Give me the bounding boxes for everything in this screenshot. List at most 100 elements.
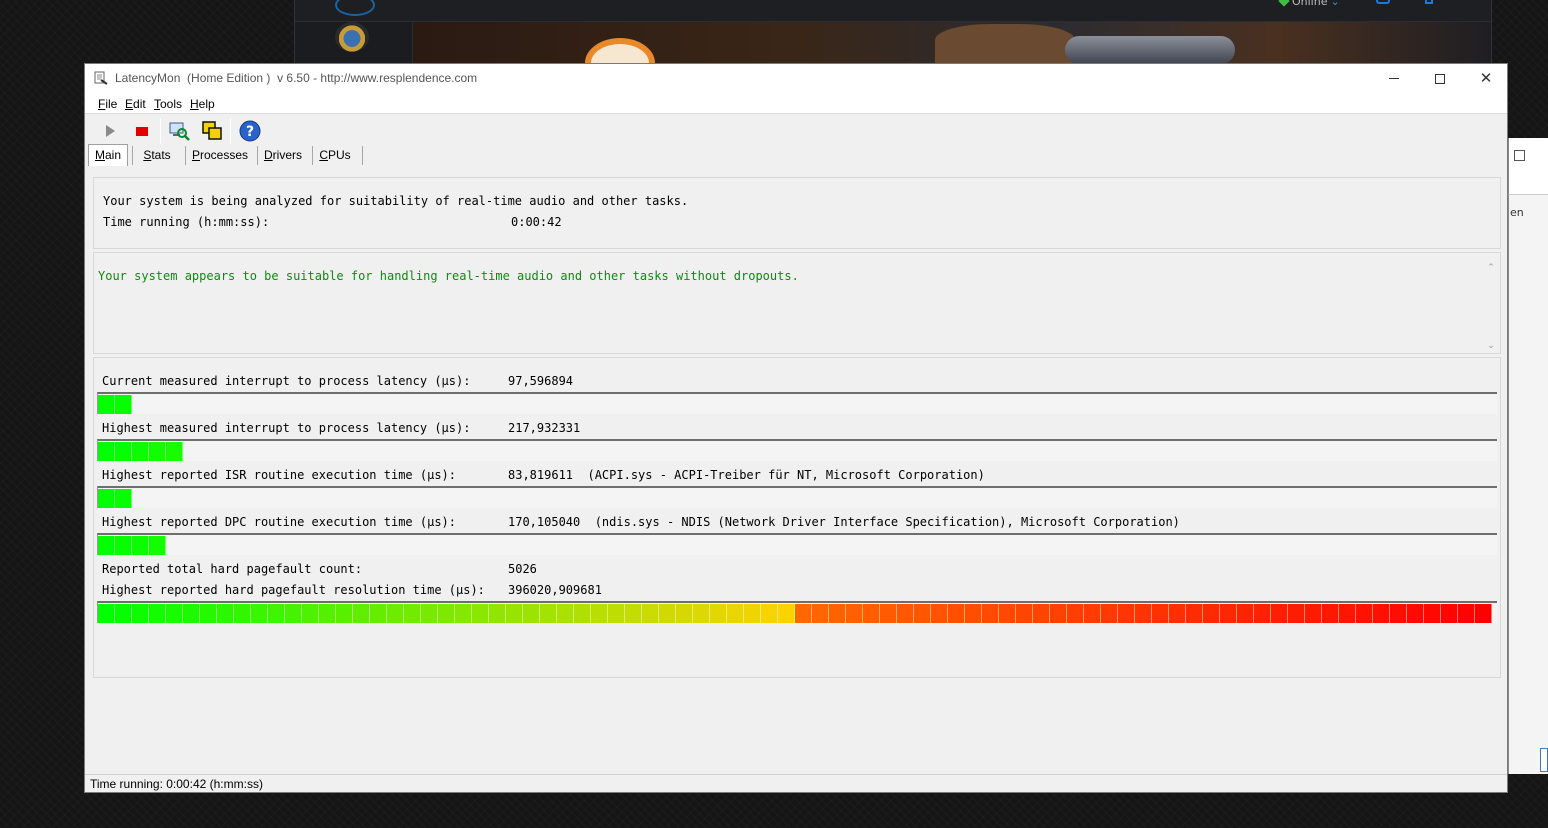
pagefault-bar <box>97 601 1497 623</box>
launcher-notifications-icon[interactable] <box>1425 0 1433 4</box>
tab-cpus[interactable]: CPUs <box>316 145 354 165</box>
scroll-up-icon[interactable]: ⌃ <box>1486 263 1496 273</box>
meter-segment <box>1339 604 1356 623</box>
meter-segment <box>557 604 574 623</box>
meter-bar <box>97 533 1497 555</box>
start-button[interactable] <box>99 120 121 142</box>
meter-segment <box>1220 604 1237 623</box>
maximize-icon <box>1435 74 1445 84</box>
tab-drivers[interactable]: Drivers <box>261 145 305 165</box>
meter-segment <box>285 604 302 623</box>
meter-segment <box>115 536 132 555</box>
tab-bar: Main Stats Processes Drivers CPUs <box>85 145 1507 167</box>
meter-value: 83,819611 (ACPI.sys - ACPI-Treiber für N… <box>508 468 985 482</box>
background-button-edge[interactable] <box>1540 748 1548 772</box>
tab-separator <box>132 146 133 165</box>
meter-segment <box>98 442 115 461</box>
background-launcher-window: Online⌄ <box>294 0 1492 63</box>
meter-segment <box>863 604 880 623</box>
meter-segment <box>1390 604 1407 623</box>
stop-icon <box>135 124 149 138</box>
launcher-online-status[interactable]: Online⌄ <box>1280 0 1340 8</box>
tab-processes[interactable]: Processes <box>189 145 251 165</box>
meter-segment <box>778 604 795 623</box>
toolbar: ? <box>85 114 1507 145</box>
meter-segment <box>217 604 234 623</box>
latencymon-window: LatencyMon (Home Edition ) v 6.50 - http… <box>84 63 1508 793</box>
banner-weapon-art <box>1065 36 1235 64</box>
app-icon <box>94 71 108 85</box>
banner-character-art <box>935 24 1075 64</box>
meter-value: 97,596894 <box>508 374 573 388</box>
meter-segment <box>336 604 353 623</box>
verdict-text: Your system appears to be suitable for h… <box>98 269 799 283</box>
verdict-scrollbar[interactable]: ⌃ ⌄ <box>1484 257 1498 351</box>
computer-search-icon <box>168 120 190 142</box>
pagefault-time-label: Highest reported hard pagefault resoluti… <box>102 583 485 597</box>
meter-segment <box>1067 604 1084 623</box>
meter-segment <box>421 604 438 623</box>
close-icon: ✕ <box>1480 71 1493 86</box>
tab-main[interactable]: Main <box>88 144 128 166</box>
title-bar[interactable]: LatencyMon (Home Edition ) v 6.50 - http… <box>85 64 1507 93</box>
tab-stats[interactable]: Stats <box>136 145 178 165</box>
menu-help[interactable]: Help <box>190 97 215 111</box>
help-button[interactable]: ? <box>239 120 261 142</box>
meter-segment <box>727 604 744 623</box>
meter-segment <box>1016 604 1033 623</box>
verdict-panel: Your system appears to be suitable for h… <box>93 252 1501 354</box>
meter-segment <box>1458 604 1475 623</box>
meter-segment <box>1135 604 1152 623</box>
menu-tools[interactable]: Tools <box>154 97 182 111</box>
meter-segment <box>268 604 285 623</box>
meter-segment <box>404 604 421 623</box>
windows-button[interactable] <box>201 120 223 142</box>
meter-segment <box>370 604 387 623</box>
meter-segment <box>1288 604 1305 623</box>
meter-segment <box>795 604 812 623</box>
meter-segment <box>149 604 166 623</box>
meter-label: Highest reported ISR routine execution t… <box>102 468 456 482</box>
minimize-icon <box>1389 78 1399 79</box>
menu-file[interactable]: File <box>98 97 117 111</box>
latency-meters-panel: Current measured interrupt to process la… <box>93 357 1501 678</box>
scroll-down-icon[interactable]: ⌄ <box>1486 341 1496 351</box>
meter-segment <box>234 604 251 623</box>
meter-segment <box>115 442 132 461</box>
minimize-button[interactable] <box>1371 64 1417 93</box>
time-running-label: Time running (h:mm:ss): <box>103 215 269 229</box>
status-bar: Time running: 0:00:42 (h:mm:ss) <box>85 774 1507 792</box>
meter-segment <box>897 604 914 623</box>
window-title: LatencyMon (Home Edition ) v 6.50 - http… <box>115 71 477 85</box>
close-button[interactable]: ✕ <box>1463 64 1509 93</box>
launcher-friends-icon[interactable] <box>1376 0 1390 4</box>
meter-value: 170,105040 (ndis.sys - NDIS (Network Dri… <box>508 515 1180 529</box>
meter-label: Highest reported DPC routine execution t… <box>102 515 456 529</box>
analysis-status-panel: Your system is being analyzed for suitab… <box>93 177 1501 249</box>
meter-segment <box>251 604 268 623</box>
maximize-button[interactable] <box>1417 64 1463 93</box>
meter-segment <box>149 536 166 555</box>
meter-segment <box>591 604 608 623</box>
background-checkbox[interactable] <box>1514 150 1525 161</box>
meter-segment <box>387 604 404 623</box>
meter-detail: (ACPI.sys - ACPI-Treiber für NT, Microso… <box>587 468 984 482</box>
game-icon[interactable] <box>335 22 369 52</box>
menu-edit[interactable]: Edit <box>125 97 146 111</box>
meter-segment <box>523 604 540 623</box>
meter-segment <box>115 489 132 508</box>
help-icon: ? <box>239 120 261 142</box>
meter-segment <box>132 442 149 461</box>
meter-segment <box>846 604 863 623</box>
meter-segment <box>642 604 659 623</box>
stop-button[interactable] <box>131 120 153 142</box>
background-dialog-text: en <box>1510 206 1524 219</box>
meter-label: Highest measured interrupt to process la… <box>102 421 470 435</box>
meter-segment <box>132 536 149 555</box>
meter-bar <box>97 439 1497 461</box>
meter-segment <box>540 604 557 623</box>
drivers-button[interactable] <box>168 120 190 142</box>
meter-segment <box>98 395 115 414</box>
tab-separator <box>257 146 258 165</box>
meter-label: Current measured interrupt to process la… <box>102 374 470 388</box>
